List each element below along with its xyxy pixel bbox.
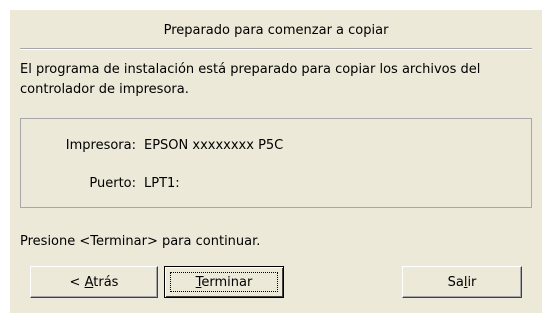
printer-row: Impresora: EPSON xxxxxxxx P5C (21, 136, 284, 156)
port-value: LPT1: (144, 176, 180, 191)
printer-value: EPSON xxxxxxxx P5C (144, 138, 284, 153)
dialog-header: Preparado para comenzar a copiar (163, 23, 389, 38)
finish-button-label: Terminar (195, 274, 253, 290)
back-button-label: < Atrás (69, 274, 119, 290)
back-button[interactable]: < Atrás (30, 266, 158, 298)
port-row: Puerto: LPT1: (21, 174, 180, 194)
description-text: El programa de instalación está preparad… (20, 62, 481, 97)
exit-button-label: Salir (447, 274, 477, 290)
printer-info-box: Impresora: EPSON xxxxxxxx P5C Puerto: LPT1… (20, 118, 532, 208)
continue-prompt: Presione <Terminar> para continuar. (20, 234, 261, 249)
header-divider (20, 48, 532, 50)
printer-label: Impresora: (65, 138, 136, 153)
finish-button[interactable]: Terminar (164, 266, 284, 298)
port-label: Puerto: (89, 176, 136, 191)
exit-button[interactable]: Salir (402, 266, 522, 298)
